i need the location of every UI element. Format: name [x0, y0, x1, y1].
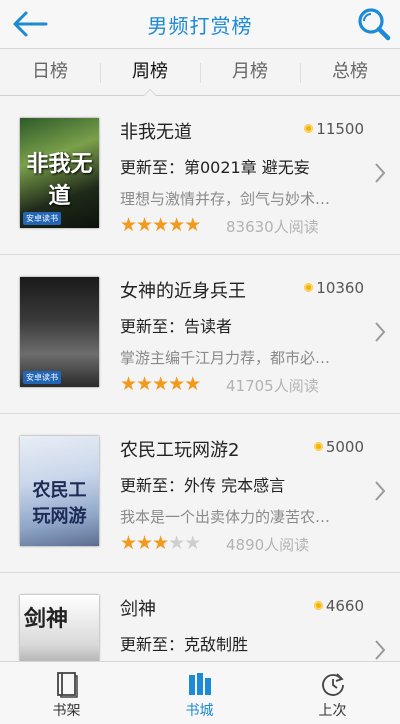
- chevron-right-icon: [375, 163, 386, 183]
- star-icon: ★: [184, 532, 202, 554]
- tab-label: 周榜: [132, 61, 168, 82]
- book-cover: 农民工玩网游: [20, 436, 99, 546]
- coin-icon: [313, 442, 323, 451]
- tab-label: 日榜: [32, 61, 68, 82]
- latest-chapter: 更新至：告读者: [120, 317, 233, 336]
- app-header: 男频打赏榜: [0, 0, 400, 49]
- reward-count: 10360: [304, 279, 364, 297]
- star-icon: ★: [168, 373, 186, 395]
- star-rating: ★★★★★: [120, 532, 202, 554]
- read-count: 4890人阅读: [226, 536, 310, 554]
- star-icon: ★: [184, 373, 202, 395]
- cover-publisher-tag: 安卓读书: [23, 212, 61, 225]
- book-title: 农民工玩网游2: [120, 440, 240, 461]
- book-item[interactable]: 非我无道 安卓读书 非我无道 11500 更新至：第0021章 避无妄 理想与激…: [0, 96, 400, 255]
- cover-title-art: 非我无道: [26, 151, 93, 209]
- cover-title-art: 剑神: [24, 606, 69, 632]
- coin-icon: [304, 283, 314, 292]
- book-description: 理想与激情并存，剑气与妙术…: [120, 190, 331, 208]
- star-icon: ★: [136, 214, 154, 236]
- star-icon: ★: [168, 214, 186, 236]
- latest-chapter: 更新至：克敌制胜: [120, 635, 249, 654]
- coin-icon: [313, 601, 323, 610]
- search-icon[interactable]: [354, 5, 392, 43]
- star-rating: ★★★★★: [120, 214, 202, 236]
- chevron-right-icon: [375, 481, 386, 501]
- reward-count: 5000: [313, 438, 364, 456]
- nav-label: 书城: [185, 703, 214, 719]
- chevron-right-icon: [375, 322, 386, 342]
- nav-bookstore[interactable]: 书城: [133, 662, 266, 724]
- book-title: 女神的近身兵王: [120, 281, 246, 302]
- bottom-navigation: 书架 书城 上次: [0, 661, 400, 724]
- book-list: 非我无道 安卓读书 非我无道 11500 更新至：第0021章 避无妄 理想与激…: [0, 96, 400, 661]
- book-item[interactable]: 剑神 剑神 4660 更新至：克敌制胜: [0, 573, 400, 661]
- history-icon: [321, 673, 344, 696]
- book-item[interactable]: 农民工玩网游 农民工玩网游2 5000 更新至：外传 完本感言 我本是一个出卖体…: [0, 414, 400, 573]
- cover-title-art: 农民工玩网游: [32, 480, 87, 527]
- read-count: 83630人阅读: [226, 218, 319, 236]
- tab-weekly[interactable]: 周榜: [100, 49, 200, 96]
- reward-value: 5000: [325, 438, 364, 456]
- book-description: 掌游主编千江月力荐，都市必…: [120, 349, 331, 367]
- bookstore-icon: [188, 673, 211, 695]
- coin-icon: [304, 124, 314, 133]
- star-icon: ★: [152, 532, 170, 554]
- book-title: 剑神: [120, 599, 156, 620]
- star-icon: ★: [120, 532, 138, 554]
- nav-last-read[interactable]: 上次: [266, 662, 399, 724]
- reward-value: 4660: [325, 597, 364, 615]
- star-icon: ★: [184, 214, 202, 236]
- active-tab-caret: [143, 89, 157, 96]
- star-icon: ★: [168, 532, 186, 554]
- book-title: 非我无道: [120, 122, 192, 143]
- tab-total[interactable]: 总榜: [300, 49, 400, 95]
- bookshelf-icon: [56, 672, 78, 698]
- star-rating: ★★★★★: [120, 373, 202, 395]
- star-icon: ★: [120, 373, 138, 395]
- cover-publisher-tag: 安卓读书: [23, 371, 61, 384]
- reward-value: 10360: [316, 279, 364, 297]
- reward-count: 11500: [304, 120, 364, 138]
- tab-daily[interactable]: 日榜: [0, 49, 100, 95]
- star-icon: ★: [136, 532, 154, 554]
- nav-label: 上次: [318, 703, 347, 719]
- tab-label: 总榜: [332, 61, 368, 82]
- tab-monthly[interactable]: 月榜: [200, 49, 300, 95]
- tab-label: 月榜: [232, 61, 268, 82]
- star-icon: ★: [152, 373, 170, 395]
- book-cover: 非我无道 安卓读书: [20, 118, 99, 228]
- star-icon: ★: [120, 214, 138, 236]
- reward-value: 11500: [316, 120, 364, 138]
- book-cover: 剑神: [20, 595, 99, 661]
- book-item[interactable]: 安卓读书 女神的近身兵王 10360 更新至：告读者 掌游主编千江月力荐，都市必…: [0, 255, 400, 414]
- star-icon: ★: [136, 373, 154, 395]
- nav-label: 书架: [52, 703, 81, 719]
- star-icon: ★: [152, 214, 170, 236]
- book-description: 我本是一个出卖体力的凄苦农…: [120, 508, 331, 526]
- read-count: 41705人阅读: [226, 377, 319, 395]
- nav-bookshelf[interactable]: 书架: [0, 662, 133, 724]
- page-title: 男频打赏榜: [147, 14, 253, 38]
- latest-chapter: 更新至：外传 完本感言: [120, 476, 286, 495]
- book-cover: 安卓读书: [20, 277, 99, 387]
- reward-count: 4660: [313, 597, 364, 615]
- latest-chapter: 更新至：第0021章 避无妄: [120, 158, 310, 177]
- ranking-tabs: 日榜 周榜 月榜 总榜: [0, 49, 400, 96]
- chevron-right-icon: [375, 640, 386, 660]
